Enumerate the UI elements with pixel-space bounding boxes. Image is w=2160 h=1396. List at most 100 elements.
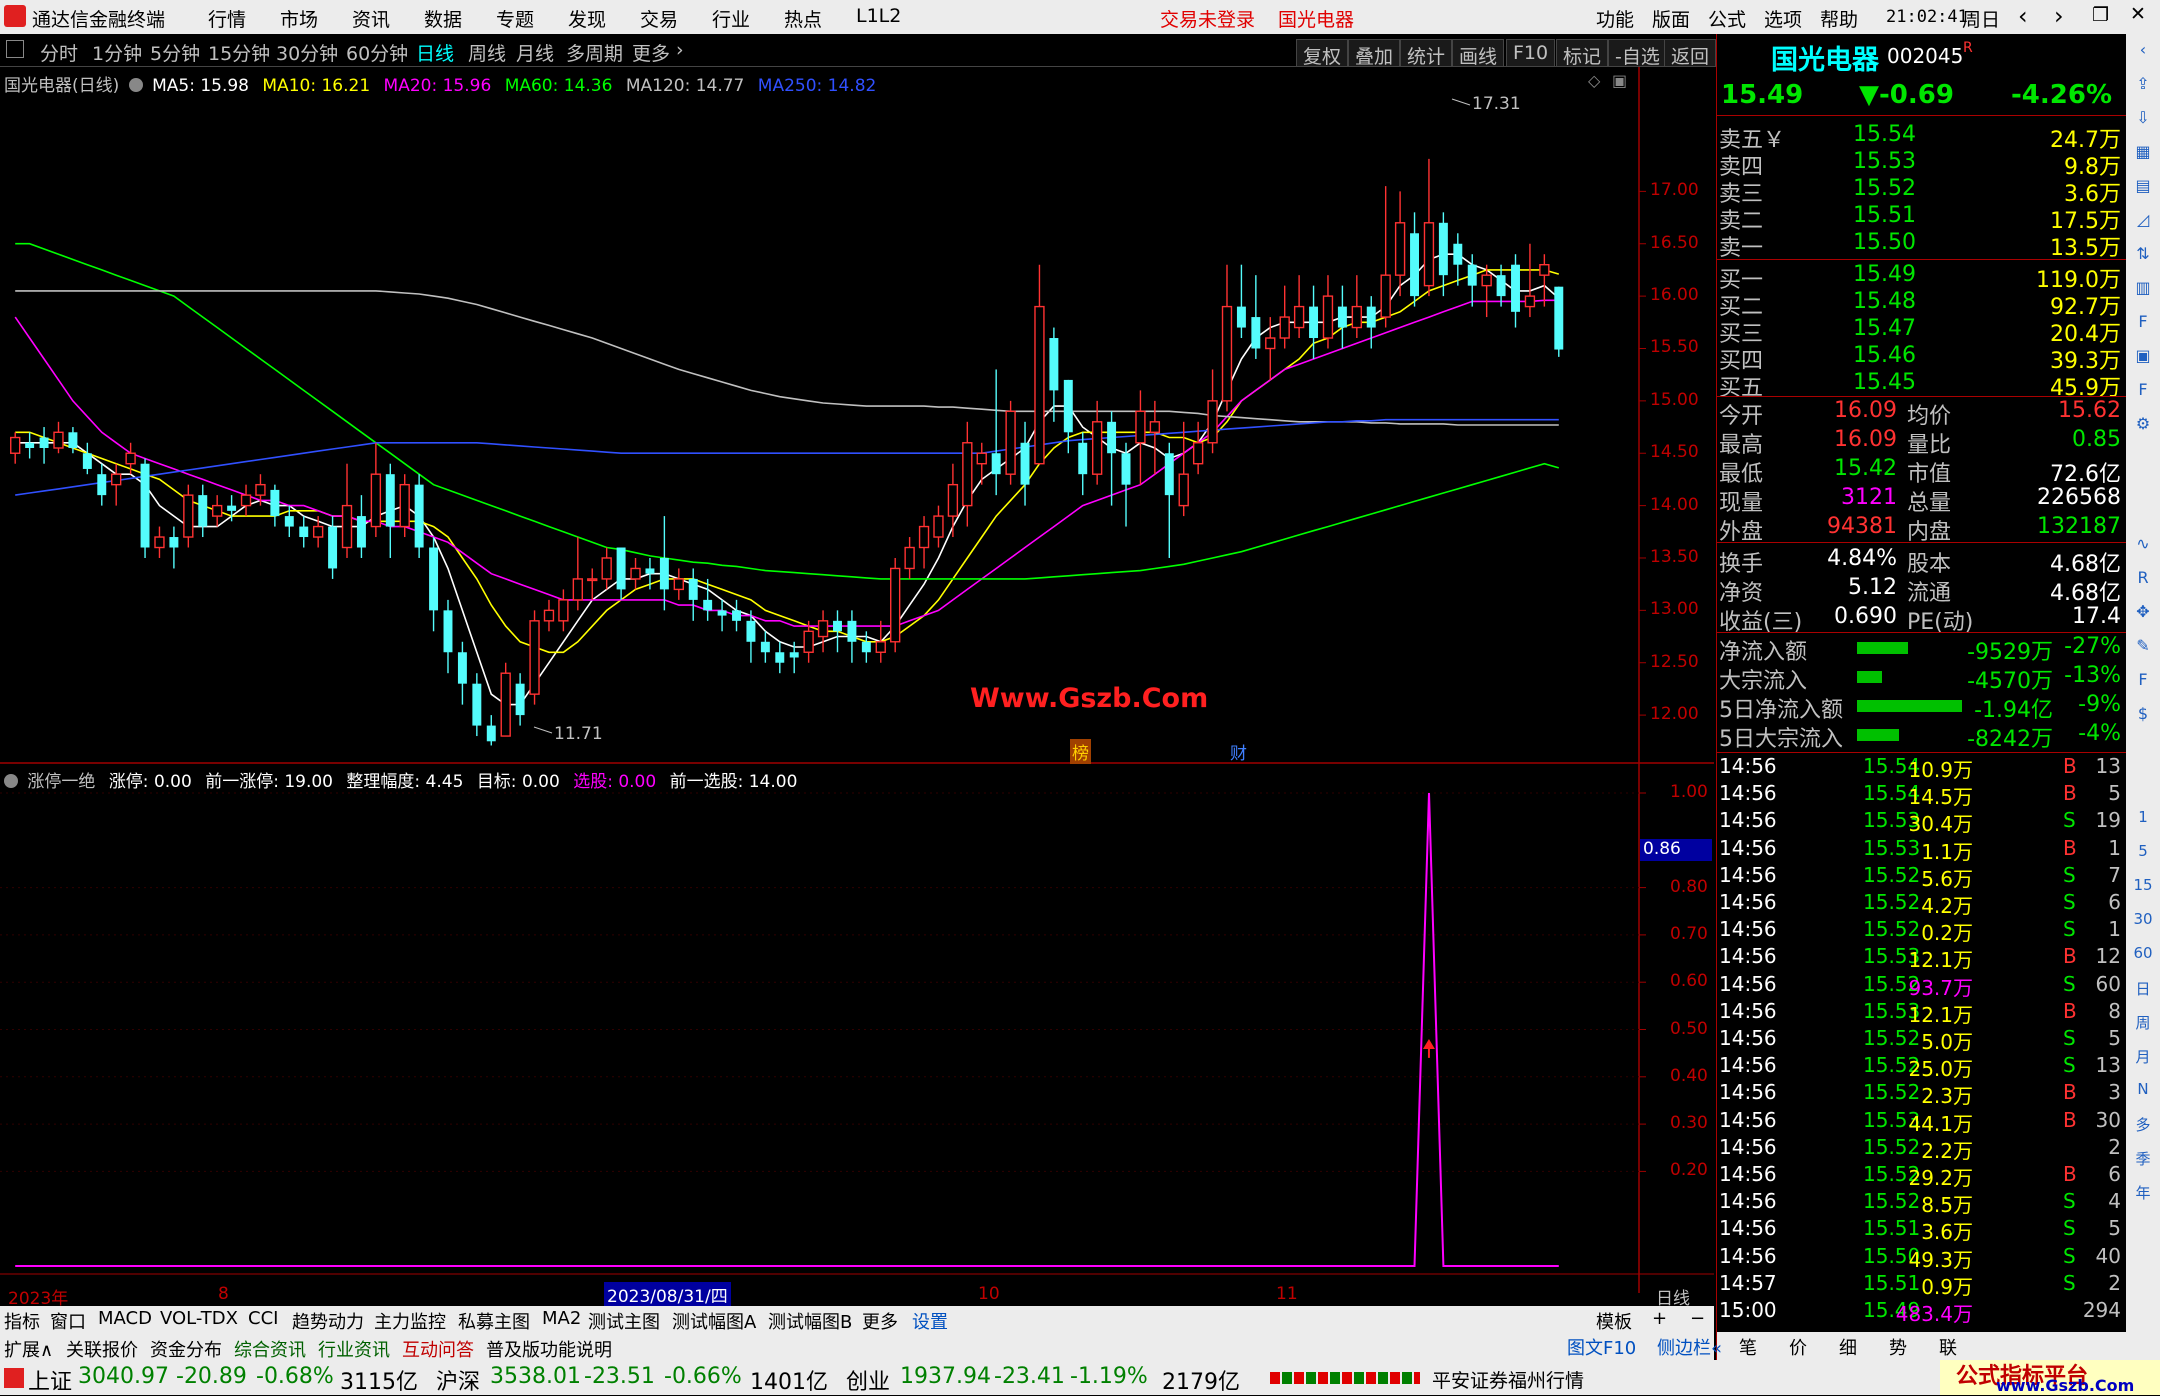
tab-macd[interactable]: MACD — [98, 1308, 152, 1329]
list-icon[interactable]: ▤ — [2132, 176, 2154, 198]
period-shortcut[interactable]: 多 — [2130, 1114, 2156, 1135]
add-button[interactable]: + — [1652, 1308, 1667, 1329]
menu-item-shuju[interactable]: 数据 — [424, 5, 462, 32]
template-button[interactable]: 模板 — [1596, 1308, 1632, 1334]
tab-hudong-wenda[interactable]: 互动问答 — [402, 1336, 474, 1362]
tab-simu-zhutu[interactable]: 私募主图 — [458, 1308, 530, 1334]
tab-zhibiao[interactable]: 指标 — [4, 1308, 40, 1334]
tab-ceshi-futu-b[interactable]: 测试幅图B — [768, 1308, 852, 1334]
indicator-settings-icon[interactable] — [4, 774, 18, 788]
period-shortcut[interactable]: 1 — [2130, 808, 2156, 826]
period-shortcut[interactable]: 15 — [2130, 876, 2156, 894]
period-60min[interactable]: 60分钟 — [346, 39, 408, 66]
period-shortcut[interactable]: 年 — [2130, 1182, 2156, 1203]
period-multi[interactable]: 多周期 — [566, 39, 623, 66]
ask-row[interactable]: 卖三 15.52 3.6万 — [1717, 176, 2127, 207]
bid-row[interactable]: 买一 15.49 119.0万 — [1717, 262, 2127, 293]
tab-qushi-dongli[interactable]: 趋势动力 — [292, 1308, 364, 1334]
tab-tuwen-f10[interactable]: 图文F10 — [1567, 1334, 1636, 1360]
tab-bi[interactable]: 笔 — [1739, 1334, 1757, 1360]
diejia-button[interactable]: 叠加 — [1348, 39, 1401, 68]
upload-icon[interactable]: ⇪ — [2132, 74, 2154, 96]
cai-tag[interactable]: 财 — [1230, 739, 1247, 764]
diamond-icon[interactable]: ◇ — [1588, 71, 1600, 90]
period-30min[interactable]: 30分钟 — [276, 39, 338, 66]
biaoji-button[interactable]: 标记 — [1556, 39, 1609, 68]
bid-row[interactable]: 买四 15.46 39.3万 — [1717, 343, 2127, 374]
menu-item-xuanxiang[interactable]: 选项 — [1764, 5, 1802, 32]
tab-zonghe-zixun[interactable]: 综合资讯 — [234, 1336, 306, 1362]
menu-item-l1l2[interactable]: L1L2 — [856, 5, 901, 27]
zixuan-button[interactable]: -自选 — [1608, 39, 1667, 68]
period-shortcut[interactable]: 月 — [2130, 1046, 2156, 1067]
forward-arrow-icon[interactable]: › — [2054, 2, 2064, 30]
tab-guanlian-baojia[interactable]: 关联报价 — [66, 1336, 138, 1362]
back-button[interactable]: 返回 — [1664, 39, 1717, 68]
expand-icon[interactable]: ▣ — [1612, 71, 1627, 90]
period-5min[interactable]: 5分钟 — [150, 39, 200, 66]
ask-row[interactable]: 卖五￥ 15.54 24.7万 — [1717, 122, 2127, 153]
f2-icon[interactable]: F — [2132, 380, 2154, 402]
huaxian-button[interactable]: 画线 — [1452, 39, 1505, 68]
fs-icon[interactable]: F — [2132, 670, 2154, 692]
remove-button[interactable]: − — [1690, 1308, 1705, 1329]
back-arrow-icon[interactable]: ‹ — [2018, 2, 2028, 30]
period-shortcut[interactable]: 30 — [2130, 910, 2156, 928]
chart-line-icon[interactable]: ◿ — [2132, 210, 2154, 232]
close-window-icon[interactable]: ✕ — [2130, 3, 2146, 25]
gear-icon[interactable]: ⚙ — [2132, 414, 2154, 436]
chevron-left-icon[interactable]: ‹ — [2132, 40, 2154, 62]
period-more[interactable]: 更多 — [632, 39, 670, 66]
period-shortcut[interactable]: 日 — [2130, 978, 2156, 999]
tab-hangye-zixun[interactable]: 行业资讯 — [318, 1336, 390, 1362]
f10-icon[interactable]: F — [2132, 312, 2154, 334]
tab-ceshi-zhutu[interactable]: 测试主图 — [588, 1308, 660, 1334]
period-monthly[interactable]: 月线 — [516, 39, 554, 66]
bid-row[interactable]: 买五 15.45 45.9万 — [1717, 370, 2127, 401]
menu-item-jiaoyi[interactable]: 交易 — [640, 5, 678, 32]
tab-lian[interactable]: 联 — [1939, 1334, 1957, 1360]
tab-ceshi-futu-a[interactable]: 测试幅图A — [672, 1308, 756, 1334]
tab-xi[interactable]: 细 — [1839, 1334, 1857, 1360]
menu-item-bangzhu[interactable]: 帮助 — [1820, 5, 1858, 32]
kline-chart[interactable] — [0, 67, 1714, 1293]
tab-kuozhan[interactable]: 扩展∧ — [4, 1336, 53, 1362]
menu-item-zixun[interactable]: 资讯 — [352, 5, 390, 32]
bid-row[interactable]: 买二 15.48 92.7万 — [1717, 289, 2127, 320]
news-icon[interactable]: ▦ — [2132, 142, 2154, 164]
bookmark-icon[interactable]: ▣ — [2132, 346, 2154, 368]
tab-cci[interactable]: CCI — [248, 1308, 278, 1329]
menu-item-gongneng[interactable]: 功能 — [1596, 5, 1634, 32]
tab-chuangkou[interactable]: 窗口 — [50, 1308, 86, 1334]
tab-shi[interactable]: 势 — [1889, 1334, 1907, 1360]
period-shortcut[interactable]: 5 — [2130, 842, 2156, 860]
menu-item-redian[interactable]: 热点 — [784, 5, 822, 32]
idx-sh-name[interactable]: 上证 — [28, 1364, 72, 1396]
period-shortcut[interactable]: N — [2130, 1080, 2156, 1098]
period-shortcut[interactable]: 周 — [2130, 1012, 2156, 1033]
rsi-icon[interactable]: R — [2132, 568, 2154, 590]
doc-icon[interactable]: ▥ — [2132, 278, 2154, 300]
period-15min[interactable]: 15分钟 — [208, 39, 270, 66]
period-daily[interactable]: 日线 — [416, 39, 454, 66]
ask-row[interactable]: 卖四 15.53 9.8万 — [1717, 149, 2127, 180]
tab-zijin-fenbu[interactable]: 资金分布 — [150, 1336, 222, 1362]
bang-tag[interactable]: 榜 — [1070, 739, 1091, 764]
period-fenshi[interactable]: 分时 — [40, 39, 78, 66]
menu-item-banmian[interactable]: 版面 — [1652, 5, 1690, 32]
tab-gengduo[interactable]: 更多 — [862, 1308, 898, 1334]
restore-window-icon[interactable]: ❐ — [2092, 4, 2109, 26]
idx-hs-name[interactable]: 沪深 — [436, 1364, 480, 1396]
period-1min[interactable]: 1分钟 — [92, 39, 142, 66]
period-shortcut[interactable]: 季 — [2130, 1148, 2156, 1169]
toggle-panel-icon[interactable] — [6, 40, 24, 58]
tab-shezhi[interactable]: 设置 — [912, 1308, 948, 1334]
tab-vol-tdx[interactable]: VOL-TDX — [160, 1308, 238, 1329]
tab-jia[interactable]: 价 — [1789, 1334, 1807, 1360]
chevron-right-icon[interactable]: › — [676, 39, 684, 61]
idx-cy-name[interactable]: 创业 — [846, 1364, 890, 1396]
menu-item-shichang[interactable]: 市场 — [280, 5, 318, 32]
tab-ma2[interactable]: MA2 — [542, 1308, 581, 1329]
ask-row[interactable]: 卖二 15.51 17.5万 — [1717, 203, 2127, 234]
fuquan-button[interactable]: 复权 — [1296, 39, 1349, 68]
